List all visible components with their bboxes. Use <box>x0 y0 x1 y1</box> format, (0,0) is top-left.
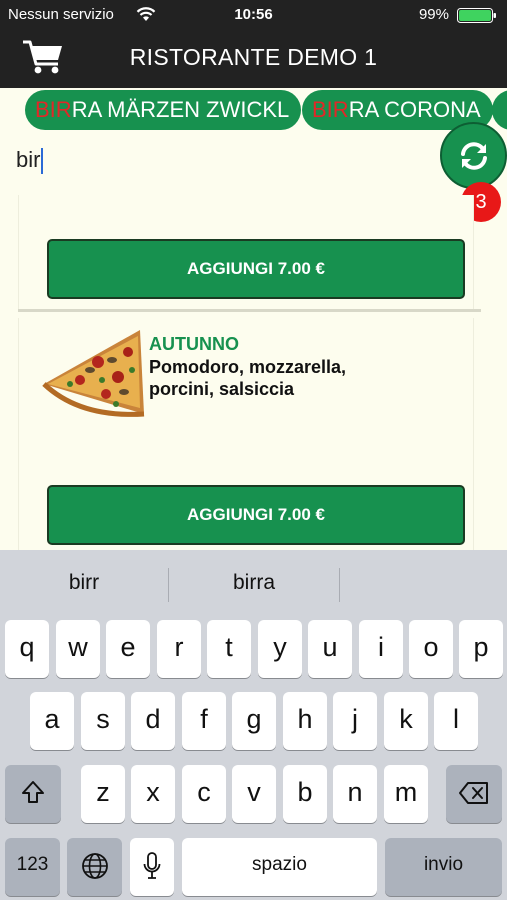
text-caret <box>41 148 44 175</box>
chip-label: RA CORONA <box>348 97 481 122</box>
key-t[interactable]: t <box>207 620 251 678</box>
status-bar: Nessun servizio 10:56 99% <box>0 0 507 30</box>
pizza-image <box>42 330 145 417</box>
shift-key[interactable] <box>5 765 61 823</box>
backspace-key[interactable] <box>446 765 502 823</box>
key-a[interactable]: a <box>30 692 74 750</box>
shift-icon <box>22 781 44 803</box>
chip-highlight: BIR <box>312 97 349 122</box>
battery-percent: 99% <box>418 6 449 23</box>
suggestion-bar: birr birra <box>0 550 507 620</box>
chip-partial[interactable] <box>492 90 507 130</box>
return-key[interactable]: invio <box>385 838 502 896</box>
key-o[interactable]: o <box>409 620 453 678</box>
key-s[interactable]: s <box>81 692 125 750</box>
key-q[interactable]: q <box>5 620 49 678</box>
key-e[interactable]: e <box>106 620 150 678</box>
key-g[interactable]: g <box>232 692 276 750</box>
chip-label: RA MÄRZEN ZWICKL <box>71 97 290 122</box>
key-r[interactable]: r <box>157 620 201 678</box>
key-c[interactable]: c <box>182 765 226 823</box>
microphone-icon <box>143 852 161 879</box>
divider <box>18 309 481 312</box>
key-d[interactable]: d <box>131 692 175 750</box>
globe-key[interactable] <box>67 838 122 896</box>
backspace-icon <box>459 782 488 804</box>
keyboard: birr birra q w e r t y u i o p a s d f g… <box>0 550 507 900</box>
app-header: RISTORANTE DEMO 1 <box>0 30 507 88</box>
key-v[interactable]: v <box>232 765 276 823</box>
globe-icon <box>81 853 108 879</box>
key-z[interactable]: z <box>81 765 125 823</box>
key-j[interactable]: j <box>333 692 377 750</box>
chip-birra-marzen[interactable]: BIRRA MÄRZEN ZWICKL <box>25 90 302 130</box>
search-text: bir <box>16 147 41 172</box>
key-u[interactable]: u <box>308 620 352 678</box>
key-p[interactable]: p <box>459 620 503 678</box>
product-description: Pomodoro, mozzarella, porcini, salsiccia <box>149 357 347 399</box>
key-f[interactable]: f <box>182 692 226 750</box>
key-m[interactable]: m <box>384 765 428 823</box>
refresh-button[interactable] <box>440 122 507 189</box>
chip-highlight: BIR <box>35 97 72 122</box>
key-b[interactable]: b <box>283 765 327 823</box>
suggestion-divider <box>339 568 340 602</box>
page-title: RISTORANTE DEMO 1 <box>129 44 378 70</box>
key-h[interactable]: h <box>283 692 327 750</box>
numbers-key[interactable]: 123 <box>5 838 60 896</box>
space-key[interactable]: spazio <box>182 838 377 896</box>
product-name: AUTUNNO <box>149 334 239 354</box>
key-w[interactable]: w <box>56 620 100 678</box>
search-results-chips: BIRRA MÄRZEN ZWICKL BIRRA CORONA <box>0 88 507 133</box>
key-y[interactable]: y <box>258 620 302 678</box>
add-to-cart-button[interactable]: AGGIUNGI 7.00 € <box>47 239 465 299</box>
key-i[interactable]: i <box>359 620 403 678</box>
search-input[interactable]: bir <box>16 147 426 179</box>
suggestion-item[interactable]: birra <box>169 571 339 595</box>
key-k[interactable]: k <box>384 692 428 750</box>
add-to-cart-button[interactable]: AGGIUNGI 7.00 € <box>47 485 465 545</box>
key-n[interactable]: n <box>333 765 377 823</box>
key-l[interactable]: l <box>434 692 478 750</box>
refresh-icon <box>461 142 487 170</box>
microphone-key[interactable] <box>130 838 174 896</box>
battery-icon <box>457 8 496 23</box>
key-x[interactable]: x <box>131 765 175 823</box>
suggestion-item[interactable]: birr <box>0 571 168 595</box>
